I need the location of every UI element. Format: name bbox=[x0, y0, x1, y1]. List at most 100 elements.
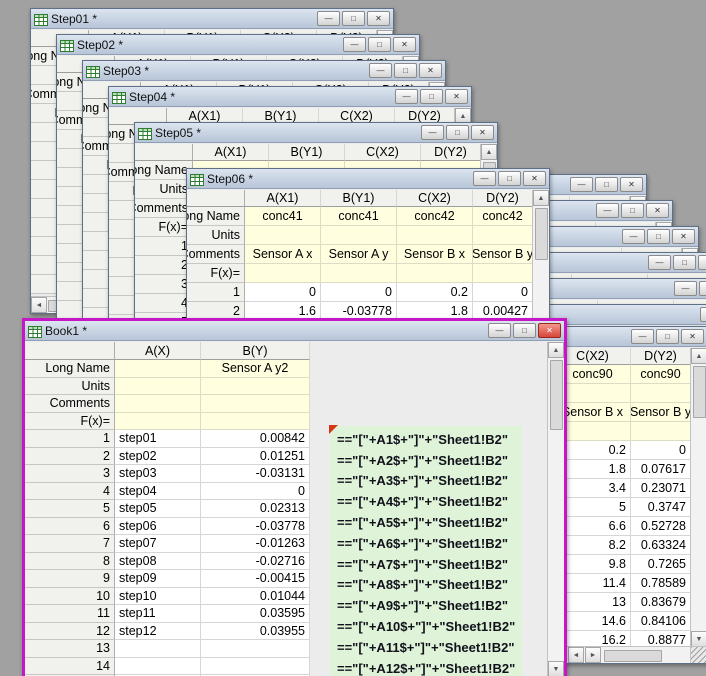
close-button[interactable]: ✕ bbox=[367, 11, 390, 26]
row-label[interactable]: Comments bbox=[25, 395, 115, 413]
step05-titlebar[interactable]: Step05 * — □ ✕ bbox=[135, 123, 497, 143]
header-cell[interactable]: conc90 bbox=[631, 365, 691, 384]
row-label[interactable]: Units bbox=[187, 226, 245, 245]
maximize-button[interactable]: □ bbox=[498, 171, 521, 186]
header-cell[interactable] bbox=[321, 226, 397, 245]
row-label[interactable]: F(x)= bbox=[135, 218, 193, 237]
row-number[interactable]: 13 bbox=[25, 640, 115, 658]
header-cell[interactable]: conc41 bbox=[321, 207, 397, 226]
cell[interactable]: step04 bbox=[115, 482, 201, 500]
cell[interactable]: 0.03955 bbox=[201, 622, 310, 640]
cell[interactable]: 0 bbox=[245, 283, 321, 302]
header-cell[interactable] bbox=[201, 377, 310, 395]
cell[interactable]: -0.00415 bbox=[201, 570, 310, 588]
cell[interactable]: step07 bbox=[115, 535, 201, 553]
header-cell[interactable]: Sensor A y2 bbox=[201, 360, 310, 378]
row-label[interactable]: Long Name bbox=[187, 207, 245, 226]
scroll-down-button[interactable]: ▼ bbox=[548, 661, 564, 676]
cell[interactable] bbox=[115, 657, 201, 675]
header-cell[interactable] bbox=[631, 422, 691, 441]
column-header[interactable]: B(Y1) bbox=[269, 144, 345, 161]
cell[interactable]: 0.78589 bbox=[631, 574, 691, 593]
cell[interactable]: 0 bbox=[321, 283, 397, 302]
scroll-up-button[interactable]: ▲ bbox=[691, 348, 706, 364]
scrollbar-thumb[interactable] bbox=[535, 208, 548, 260]
cell[interactable]: step05 bbox=[115, 500, 201, 518]
header-cell[interactable] bbox=[473, 226, 533, 245]
row-label[interactable]: F(x)= bbox=[25, 412, 115, 430]
minimize-button[interactable]: — bbox=[369, 63, 392, 78]
row-number[interactable]: 4 bbox=[135, 294, 193, 313]
cell[interactable]: 0.84106 bbox=[631, 612, 691, 631]
cell[interactable]: step01 bbox=[115, 430, 201, 448]
header-cell[interactable] bbox=[115, 395, 201, 413]
row-number[interactable]: 5 bbox=[25, 500, 115, 518]
row-label[interactable]: Units bbox=[25, 377, 115, 395]
close-button[interactable]: ✕ bbox=[445, 89, 468, 104]
column-header[interactable]: A(X1) bbox=[245, 190, 321, 207]
cell[interactable]: step06 bbox=[115, 517, 201, 535]
step03-titlebar[interactable]: Step03 * — □ ✕ bbox=[83, 61, 445, 81]
header-cell[interactable] bbox=[115, 377, 201, 395]
column-header[interactable]: B(Y) bbox=[201, 342, 310, 360]
maximize-button[interactable]: □ bbox=[342, 11, 365, 26]
minimize-button[interactable]: — bbox=[395, 89, 418, 104]
scroll-left-button[interactable]: ◄ bbox=[31, 297, 47, 313]
minimize-button[interactable]: — bbox=[700, 307, 706, 322]
cell[interactable]: -0.02716 bbox=[201, 552, 310, 570]
cell[interactable]: 0.07617 bbox=[631, 460, 691, 479]
row-number[interactable]: 11 bbox=[25, 605, 115, 623]
row-number[interactable]: 14 bbox=[25, 657, 115, 675]
minimize-button[interactable]: — bbox=[488, 323, 511, 338]
close-button[interactable]: ✕ bbox=[681, 329, 704, 344]
row-number[interactable]: 10 bbox=[25, 587, 115, 605]
close-button[interactable]: ✕ bbox=[471, 125, 494, 140]
maximize-button[interactable]: □ bbox=[394, 63, 417, 78]
cell[interactable] bbox=[201, 640, 310, 658]
close-button[interactable]: ✕ bbox=[393, 37, 416, 52]
row-number[interactable]: 4 bbox=[25, 482, 115, 500]
corner-cell[interactable] bbox=[135, 144, 193, 161]
row-label[interactable]: F(x)= bbox=[187, 264, 245, 283]
close-button[interactable]: ✕ bbox=[620, 177, 643, 192]
step01-titlebar[interactable]: Step01 * — □ ✕ bbox=[31, 9, 393, 29]
header-cell[interactable]: conc42 bbox=[473, 207, 533, 226]
row-number[interactable]: 1 bbox=[187, 283, 245, 302]
header-cell[interactable] bbox=[115, 360, 201, 378]
close-button[interactable]: ✕ bbox=[646, 203, 669, 218]
header-cell[interactable]: conc42 bbox=[397, 207, 473, 226]
maximize-button[interactable]: □ bbox=[656, 329, 679, 344]
cell[interactable]: 0 bbox=[631, 441, 691, 460]
row-number[interactable]: 1 bbox=[25, 430, 115, 448]
cell[interactable]: -0.03778 bbox=[201, 517, 310, 535]
minimize-button[interactable]: — bbox=[622, 229, 645, 244]
minimize-button[interactable]: — bbox=[648, 255, 671, 270]
header-cell[interactable] bbox=[201, 412, 310, 430]
column-header[interactable]: C(X2) bbox=[345, 144, 421, 161]
row-number[interactable]: 7 bbox=[25, 535, 115, 553]
row-number[interactable]: 12 bbox=[25, 622, 115, 640]
maximize-button[interactable]: □ bbox=[673, 255, 696, 270]
header-cell[interactable] bbox=[397, 264, 473, 283]
cell[interactable]: step09 bbox=[115, 570, 201, 588]
cell[interactable]: step02 bbox=[115, 447, 201, 465]
minimize-button[interactable]: — bbox=[317, 11, 340, 26]
column-header[interactable]: D(Y2) bbox=[473, 190, 533, 207]
row-number[interactable]: 2 bbox=[135, 256, 193, 275]
row-label[interactable]: Comments bbox=[135, 199, 193, 218]
cell[interactable]: 0.00842 bbox=[201, 430, 310, 448]
cell[interactable]: -0.03131 bbox=[201, 465, 310, 483]
step04-titlebar[interactable]: Step04 * — □ ✕ bbox=[109, 87, 471, 107]
header-cell[interactable] bbox=[473, 264, 533, 283]
header-cell[interactable] bbox=[397, 226, 473, 245]
close-button[interactable]: ✕ bbox=[523, 171, 546, 186]
book1-titlebar[interactable]: Book1 * — □ ✕ bbox=[25, 321, 564, 341]
minimize-button[interactable]: — bbox=[421, 125, 444, 140]
cell[interactable]: 0.3747 bbox=[631, 498, 691, 517]
minimize-button[interactable]: — bbox=[570, 177, 593, 192]
cell[interactable]: 0.52728 bbox=[631, 517, 691, 536]
row-number[interactable]: 8 bbox=[25, 552, 115, 570]
vertical-scrollbar[interactable]: ▲▼ bbox=[690, 348, 706, 647]
cell[interactable]: 0.7265 bbox=[631, 555, 691, 574]
header-cell[interactable] bbox=[631, 384, 691, 403]
